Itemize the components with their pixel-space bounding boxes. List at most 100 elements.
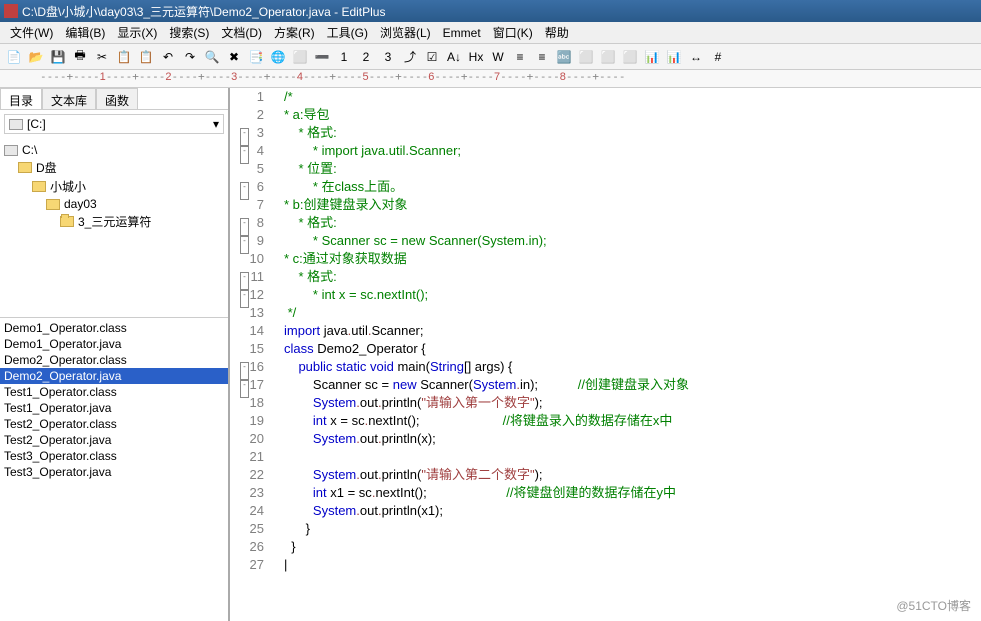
menu-item[interactable]: 方案(R) bbox=[268, 22, 321, 43]
toolbar-button[interactable]: 📋 bbox=[114, 47, 134, 67]
toolbar-button[interactable]: 📊 bbox=[642, 47, 662, 67]
tab-directory[interactable]: 目录 bbox=[0, 88, 42, 109]
file-item[interactable]: Test3_Operator.java bbox=[0, 464, 228, 480]
toolbar-button[interactable]: 🔍 bbox=[202, 47, 222, 67]
menu-item[interactable]: 文件(W) bbox=[4, 22, 59, 43]
toolbar-button[interactable]: 📋 bbox=[136, 47, 156, 67]
toolbar-button[interactable]: 📑 bbox=[246, 47, 266, 67]
folder-icon bbox=[18, 162, 32, 173]
tab-functions[interactable]: 函数 bbox=[96, 88, 138, 109]
code-line[interactable]: * int x = sc.nextInt(); bbox=[284, 286, 981, 304]
folder-item[interactable]: 小城小 bbox=[0, 177, 228, 196]
toolbar-button[interactable]: ↷ bbox=[180, 47, 200, 67]
toolbar-button[interactable]: 1 bbox=[334, 47, 354, 67]
code-line[interactable]: * 格式: bbox=[284, 214, 981, 232]
toolbar-button[interactable]: ➖ bbox=[312, 47, 332, 67]
file-item[interactable]: Demo2_Operator.java bbox=[0, 368, 228, 384]
code-line[interactable]: | bbox=[284, 556, 981, 574]
code-line[interactable]: class Demo2_Operator { bbox=[284, 340, 981, 358]
code-line[interactable]: /* bbox=[284, 88, 981, 106]
code-line[interactable]: * 格式: bbox=[284, 268, 981, 286]
file-item[interactable]: Demo1_Operator.class bbox=[0, 320, 228, 336]
code-line[interactable]: * 位置: bbox=[284, 160, 981, 178]
code-line[interactable]: System.out.println("请输入第二个数字"); bbox=[284, 466, 981, 484]
code-editor[interactable]: 12-3-45-67-8-910-11-12131415-16-17181920… bbox=[230, 88, 981, 621]
toolbar-button[interactable]: 2 bbox=[356, 47, 376, 67]
code-line[interactable]: * b:创建键盘录入对象 bbox=[284, 196, 981, 214]
toolbar-button[interactable]: ⬜ bbox=[290, 47, 310, 67]
toolbar-button[interactable]: 📄 bbox=[4, 47, 24, 67]
folder-item[interactable]: D盘 bbox=[0, 158, 228, 177]
menu-item[interactable]: 帮助 bbox=[539, 22, 575, 43]
toolbar-button[interactable]: ≡ bbox=[532, 47, 552, 67]
menu-item[interactable]: 搜索(S) bbox=[163, 22, 215, 43]
tab-text-library[interactable]: 文本库 bbox=[42, 88, 96, 109]
toolbar-button[interactable]: 🔤 bbox=[554, 47, 574, 67]
toolbar-button[interactable]: # bbox=[708, 47, 728, 67]
toolbar-button[interactable]: A↓ bbox=[444, 47, 464, 67]
code-content[interactable]: /** a:导包 * 格式: * import java.util.Scanne… bbox=[284, 88, 981, 574]
menu-item[interactable]: 文档(D) bbox=[215, 22, 268, 43]
code-line[interactable]: } bbox=[284, 520, 981, 538]
line-number: 2- bbox=[230, 106, 264, 124]
toolbar-button[interactable]: ↶ bbox=[158, 47, 178, 67]
file-item[interactable]: Demo1_Operator.java bbox=[0, 336, 228, 352]
folder-label: D盘 bbox=[36, 159, 57, 176]
code-line[interactable]: System.out.println(x1); bbox=[284, 502, 981, 520]
toolbar-button[interactable]: ≡ bbox=[510, 47, 530, 67]
toolbar-button[interactable]: ⬜ bbox=[620, 47, 640, 67]
file-item[interactable]: Demo2_Operator.class bbox=[0, 352, 228, 368]
drive-combo[interactable]: [C:] ▾ bbox=[4, 114, 224, 134]
code-line[interactable]: * c:通过对象获取数据 bbox=[284, 250, 981, 268]
code-line[interactable]: public static void main(String[] args) { bbox=[284, 358, 981, 376]
file-item[interactable]: Test2_Operator.class bbox=[0, 416, 228, 432]
code-line[interactable]: import java.util.Scanner; bbox=[284, 322, 981, 340]
toolbar-button[interactable]: ☑ bbox=[422, 47, 442, 67]
file-item[interactable]: Test2_Operator.java bbox=[0, 432, 228, 448]
line-number: 3- bbox=[230, 124, 264, 142]
line-number: 12 bbox=[230, 286, 264, 304]
menu-item[interactable]: 浏览器(L) bbox=[374, 22, 437, 43]
line-number: 21 bbox=[230, 448, 264, 466]
code-line[interactable]: System.out.println(x); bbox=[284, 430, 981, 448]
toolbar-button[interactable]: ✖ bbox=[224, 47, 244, 67]
menu-item[interactable]: Emmet bbox=[437, 24, 487, 42]
code-line[interactable]: * Scanner sc = new Scanner(System.in); bbox=[284, 232, 981, 250]
toolbar-button[interactable]: 🖶 bbox=[70, 47, 90, 67]
toolbar-button[interactable]: ⬜ bbox=[598, 47, 618, 67]
toolbar-button[interactable]: ↔ bbox=[686, 47, 706, 67]
toolbar-button[interactable]: ⤴ bbox=[400, 47, 420, 67]
menu-item[interactable]: 显示(X) bbox=[111, 22, 163, 43]
toolbar-button[interactable]: 📊 bbox=[664, 47, 684, 67]
toolbar-button[interactable]: Hx bbox=[466, 47, 486, 67]
file-list: Demo1_Operator.classDemo1_Operator.javaD… bbox=[0, 318, 228, 621]
toolbar-button[interactable]: 📂 bbox=[26, 47, 46, 67]
toolbar-button[interactable]: 3 bbox=[378, 47, 398, 67]
code-line[interactable]: System.out.println("请输入第一个数字"); bbox=[284, 394, 981, 412]
file-item[interactable]: Test3_Operator.class bbox=[0, 448, 228, 464]
menu-item[interactable]: 工具(G) bbox=[321, 22, 374, 43]
line-number: 20 bbox=[230, 430, 264, 448]
toolbar-button[interactable]: ⬜ bbox=[576, 47, 596, 67]
file-item[interactable]: Test1_Operator.class bbox=[0, 384, 228, 400]
code-line[interactable]: */ bbox=[284, 304, 981, 322]
menu-item[interactable]: 窗口(K) bbox=[487, 22, 539, 43]
code-line[interactable]: Scanner sc = new Scanner(System.in); //创… bbox=[284, 376, 981, 394]
folder-item[interactable]: day03 bbox=[0, 196, 228, 212]
menu-item[interactable]: 编辑(B) bbox=[59, 22, 111, 43]
code-line[interactable] bbox=[284, 448, 981, 466]
code-line[interactable]: * 在class上面。 bbox=[284, 178, 981, 196]
code-line[interactable]: int x = sc.nextInt(); //将键盘录入的数据存储在x中 bbox=[284, 412, 981, 430]
code-line[interactable]: * import java.util.Scanner; bbox=[284, 142, 981, 160]
folder-item[interactable]: 3_三元运算符 bbox=[0, 212, 228, 231]
toolbar-button[interactable]: ✂ bbox=[92, 47, 112, 67]
code-line[interactable]: * 格式: bbox=[284, 124, 981, 142]
folder-item[interactable]: C:\ bbox=[0, 142, 228, 158]
code-line[interactable]: int x1 = sc.nextInt(); //将键盘创建的数据存储在y中 bbox=[284, 484, 981, 502]
toolbar-button[interactable]: 🌐 bbox=[268, 47, 288, 67]
code-line[interactable]: } bbox=[284, 538, 981, 556]
toolbar-button[interactable]: W bbox=[488, 47, 508, 67]
toolbar-button[interactable]: 💾 bbox=[48, 47, 68, 67]
code-line[interactable]: * a:导包 bbox=[284, 106, 981, 124]
file-item[interactable]: Test1_Operator.java bbox=[0, 400, 228, 416]
